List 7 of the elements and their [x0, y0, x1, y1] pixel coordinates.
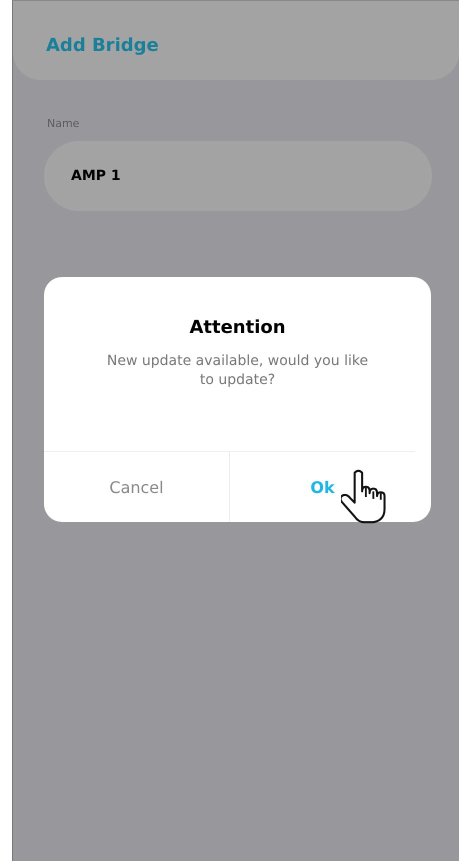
dialog-title: Attention: [188, 317, 287, 338]
cancel-button[interactable]: Cancel: [44, 452, 230, 522]
field-label: Name: [47, 117, 80, 130]
page-title: Add Bridge: [46, 35, 159, 56]
ok-button[interactable]: Ok: [230, 452, 415, 522]
name-input-field[interactable]: AMP 1: [44, 141, 432, 211]
dialog-message: New update available, would you like to update?: [106, 352, 369, 390]
